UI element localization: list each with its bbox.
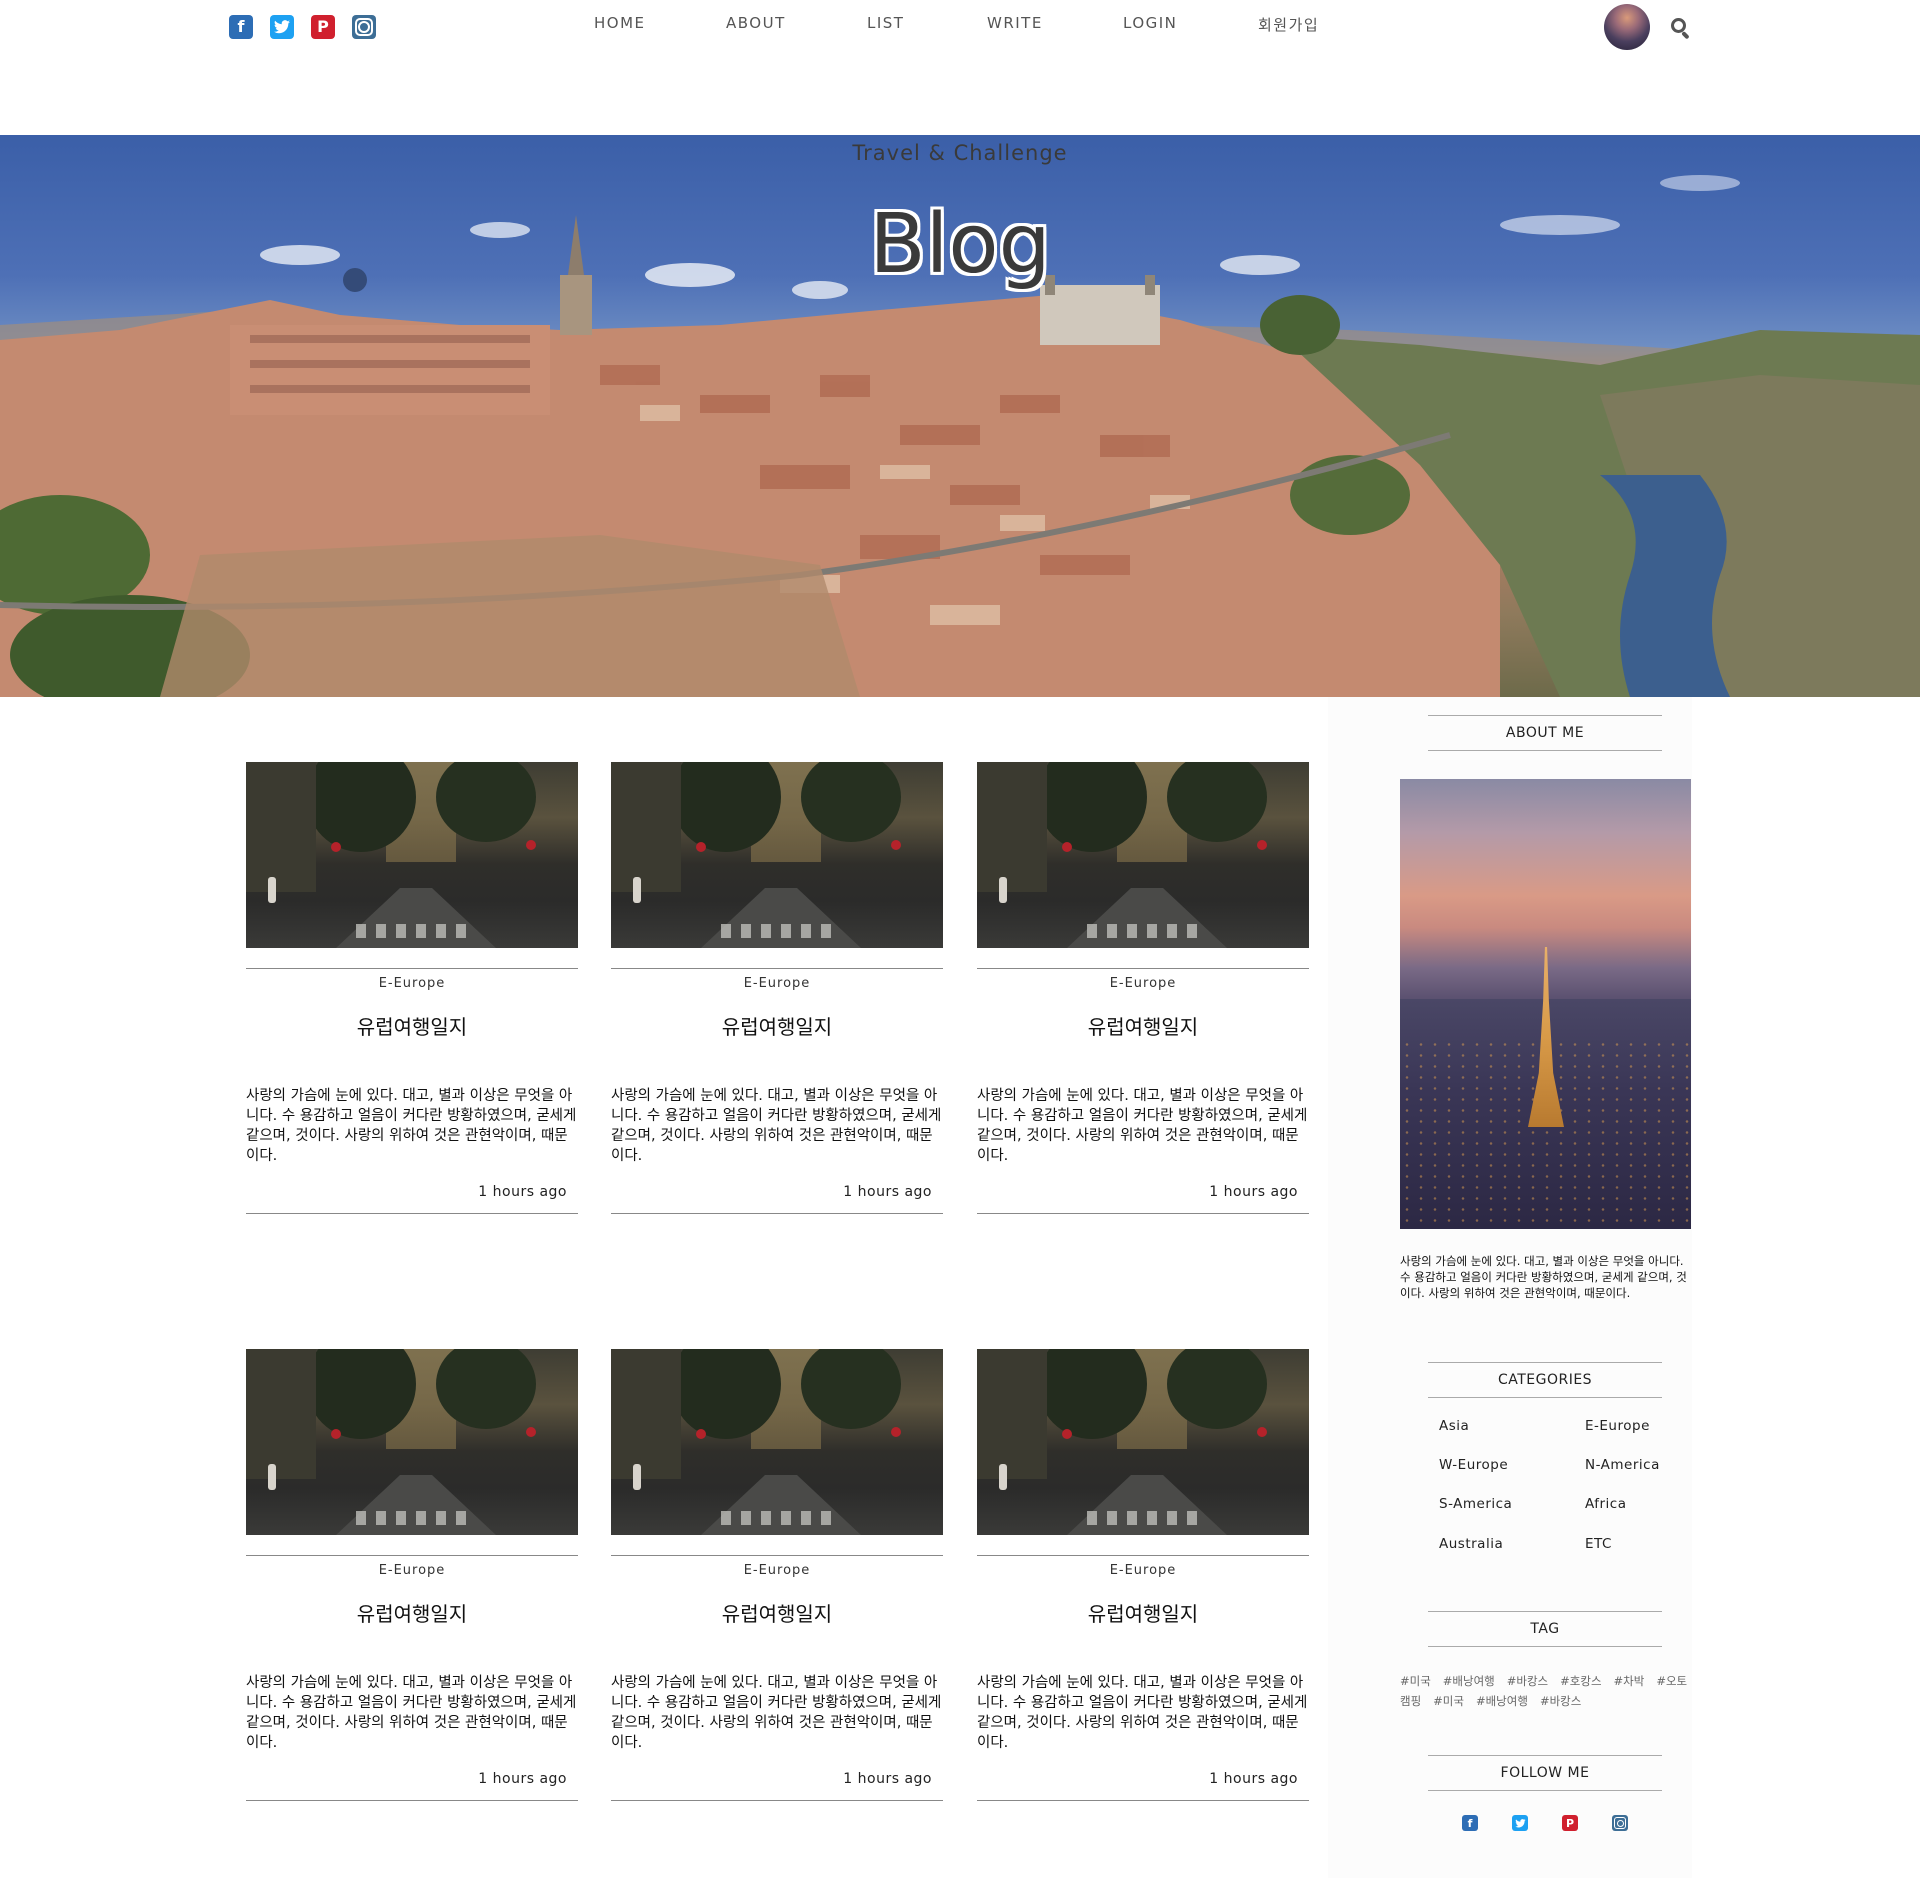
twitter-icon[interactable]	[1512, 1815, 1528, 1831]
post-card[interactable]: E-Europe 유럽여행일지사랑의 가슴에 눈에 있다. 대고, 별과 이상은 …	[611, 1349, 943, 1801]
divider	[611, 968, 943, 969]
category-w-europe[interactable]: W-Europe	[1439, 1457, 1508, 1473]
post-title[interactable]: 유럽여행일지	[977, 1011, 1309, 1040]
follow-me-heading: FOLLOW ME	[1428, 1755, 1662, 1791]
divider	[611, 1800, 943, 1801]
post-card[interactable]: E-Europe 유럽여행일지사랑의 가슴에 눈에 있다. 대고, 별과 이상은 …	[977, 1349, 1309, 1801]
post-category[interactable]: E-Europe	[611, 976, 943, 991]
tag-item[interactable]: #바캉스	[1540, 1694, 1581, 1708]
divider	[611, 1213, 943, 1214]
divider	[977, 1800, 1309, 1801]
post-title[interactable]: 유럽여행일지	[611, 1598, 943, 1627]
post-category[interactable]: E-Europe	[977, 976, 1309, 991]
post-timestamp: 1 hours ago	[1209, 1184, 1298, 1200]
tag-item[interactable]: #바캉스	[1507, 1674, 1548, 1688]
post-thumbnail[interactable]	[246, 762, 578, 948]
post-thumbnail[interactable]	[977, 762, 1309, 948]
nav-write[interactable]: WRITE	[987, 14, 1043, 32]
tag-item[interactable]: #차박	[1614, 1674, 1645, 1688]
post-excerpt: 사랑의 가슴에 눈에 있다. 대고, 별과 이상은 무엇을 아니다. 수 용감하…	[246, 1675, 577, 1751]
post-card[interactable]: E-Europe 유럽여행일지사랑의 가슴에 눈에 있다. 대고, 별과 이상은 …	[246, 1349, 578, 1801]
post-excerpt: 사랑의 가슴에 눈에 있다. 대고, 별과 이상은 무엇을 아니다. 수 용감하…	[611, 1675, 942, 1751]
post-timestamp: 1 hours ago	[1209, 1771, 1298, 1787]
category-s-america[interactable]: S-America	[1439, 1496, 1512, 1512]
post-category[interactable]: E-Europe	[611, 1563, 943, 1578]
social-links-sidebar: f P	[1462, 1815, 1628, 1831]
hero-banner: Travel & Challenge Blog	[0, 135, 1920, 697]
facebook-icon[interactable]: f	[1462, 1815, 1478, 1831]
post-title[interactable]: 유럽여행일지	[611, 1011, 943, 1040]
hero-subtitle: Travel & Challenge	[852, 141, 1068, 165]
post-thumbnail[interactable]	[611, 1349, 943, 1535]
post-thumbnail[interactable]	[246, 1349, 578, 1535]
tag-item[interactable]: #배낭여행	[1476, 1694, 1528, 1708]
nav-about[interactable]: ABOUT	[726, 14, 786, 32]
about-me-text: 사랑의 가슴에 눈에 있다. 대고, 별과 이상은 무엇을 아니다. 수 용감하…	[1400, 1254, 1687, 1300]
divider	[611, 1555, 943, 1556]
category-etc[interactable]: ETC	[1585, 1536, 1612, 1552]
search-icon[interactable]	[1670, 17, 1692, 40]
post-title[interactable]: 유럽여행일지	[246, 1011, 578, 1040]
category-e-europe[interactable]: E-Europe	[1585, 1418, 1650, 1434]
post-timestamp: 1 hours ago	[478, 1771, 567, 1787]
post-category[interactable]: E-Europe	[977, 1563, 1309, 1578]
divider	[977, 1213, 1309, 1214]
divider	[977, 968, 1309, 969]
category-africa[interactable]: Africa	[1585, 1496, 1627, 1512]
hero-title: Blog	[869, 197, 1051, 292]
post-card[interactable]: E-Europe 유럽여행일지사랑의 가슴에 눈에 있다. 대고, 별과 이상은 …	[977, 762, 1309, 1214]
about-me-photo	[1400, 779, 1691, 1229]
nav-home[interactable]: HOME	[594, 14, 646, 32]
divider	[246, 1213, 578, 1214]
instagram-icon[interactable]	[1612, 1815, 1628, 1831]
tag-heading: TAG	[1428, 1611, 1662, 1647]
tag-item[interactable]: #호캉스	[1560, 1674, 1601, 1688]
nav-list[interactable]: LIST	[867, 14, 904, 32]
post-category[interactable]: E-Europe	[246, 1563, 578, 1578]
categories-heading: CATEGORIES	[1428, 1362, 1662, 1398]
post-title[interactable]: 유럽여행일지	[977, 1598, 1309, 1627]
category-asia[interactable]: Asia	[1439, 1418, 1469, 1434]
post-thumbnail[interactable]	[977, 1349, 1309, 1535]
tag-item[interactable]: #미국	[1400, 1674, 1431, 1688]
tag-item[interactable]: #배낭여행	[1443, 1674, 1495, 1688]
post-timestamp: 1 hours ago	[478, 1184, 567, 1200]
divider	[977, 1555, 1309, 1556]
post-card[interactable]: E-Europe 유럽여행일지사랑의 가슴에 눈에 있다. 대고, 별과 이상은 …	[246, 762, 578, 1214]
post-excerpt: 사랑의 가슴에 눈에 있다. 대고, 별과 이상은 무엇을 아니다. 수 용감하…	[977, 1088, 1308, 1164]
about-me-heading: ABOUT ME	[1428, 715, 1662, 751]
nav-signup[interactable]: 회원가입	[1258, 14, 1319, 35]
nav-login[interactable]: LOGIN	[1123, 14, 1177, 32]
tag-item[interactable]: #미국	[1433, 1694, 1464, 1708]
divider	[246, 968, 578, 969]
category-australia[interactable]: Australia	[1439, 1536, 1503, 1552]
post-category[interactable]: E-Europe	[246, 976, 578, 991]
post-card[interactable]: E-Europe 유럽여행일지사랑의 가슴에 눈에 있다. 대고, 별과 이상은 …	[611, 762, 943, 1214]
post-title[interactable]: 유럽여행일지	[246, 1598, 578, 1627]
divider	[246, 1800, 578, 1801]
post-excerpt: 사랑의 가슴에 눈에 있다. 대고, 별과 이상은 무엇을 아니다. 수 용감하…	[977, 1675, 1308, 1751]
tag-list: #미국 #배낭여행 #바캉스 #호캉스 #차박 #오토캠핑 #미국 #배낭여행 #바캉스	[1400, 1671, 1692, 1711]
post-timestamp: 1 hours ago	[843, 1771, 932, 1787]
divider	[246, 1555, 578, 1556]
avatar[interactable]	[1604, 4, 1650, 50]
pinterest-icon[interactable]: P	[1562, 1815, 1578, 1831]
post-timestamp: 1 hours ago	[843, 1184, 932, 1200]
category-n-america[interactable]: N-America	[1585, 1457, 1660, 1473]
post-thumbnail[interactable]	[611, 762, 943, 948]
post-excerpt: 사랑의 가슴에 눈에 있다. 대고, 별과 이상은 무엇을 아니다. 수 용감하…	[246, 1088, 577, 1164]
post-excerpt: 사랑의 가슴에 눈에 있다. 대고, 별과 이상은 무엇을 아니다. 수 용감하…	[611, 1088, 942, 1164]
